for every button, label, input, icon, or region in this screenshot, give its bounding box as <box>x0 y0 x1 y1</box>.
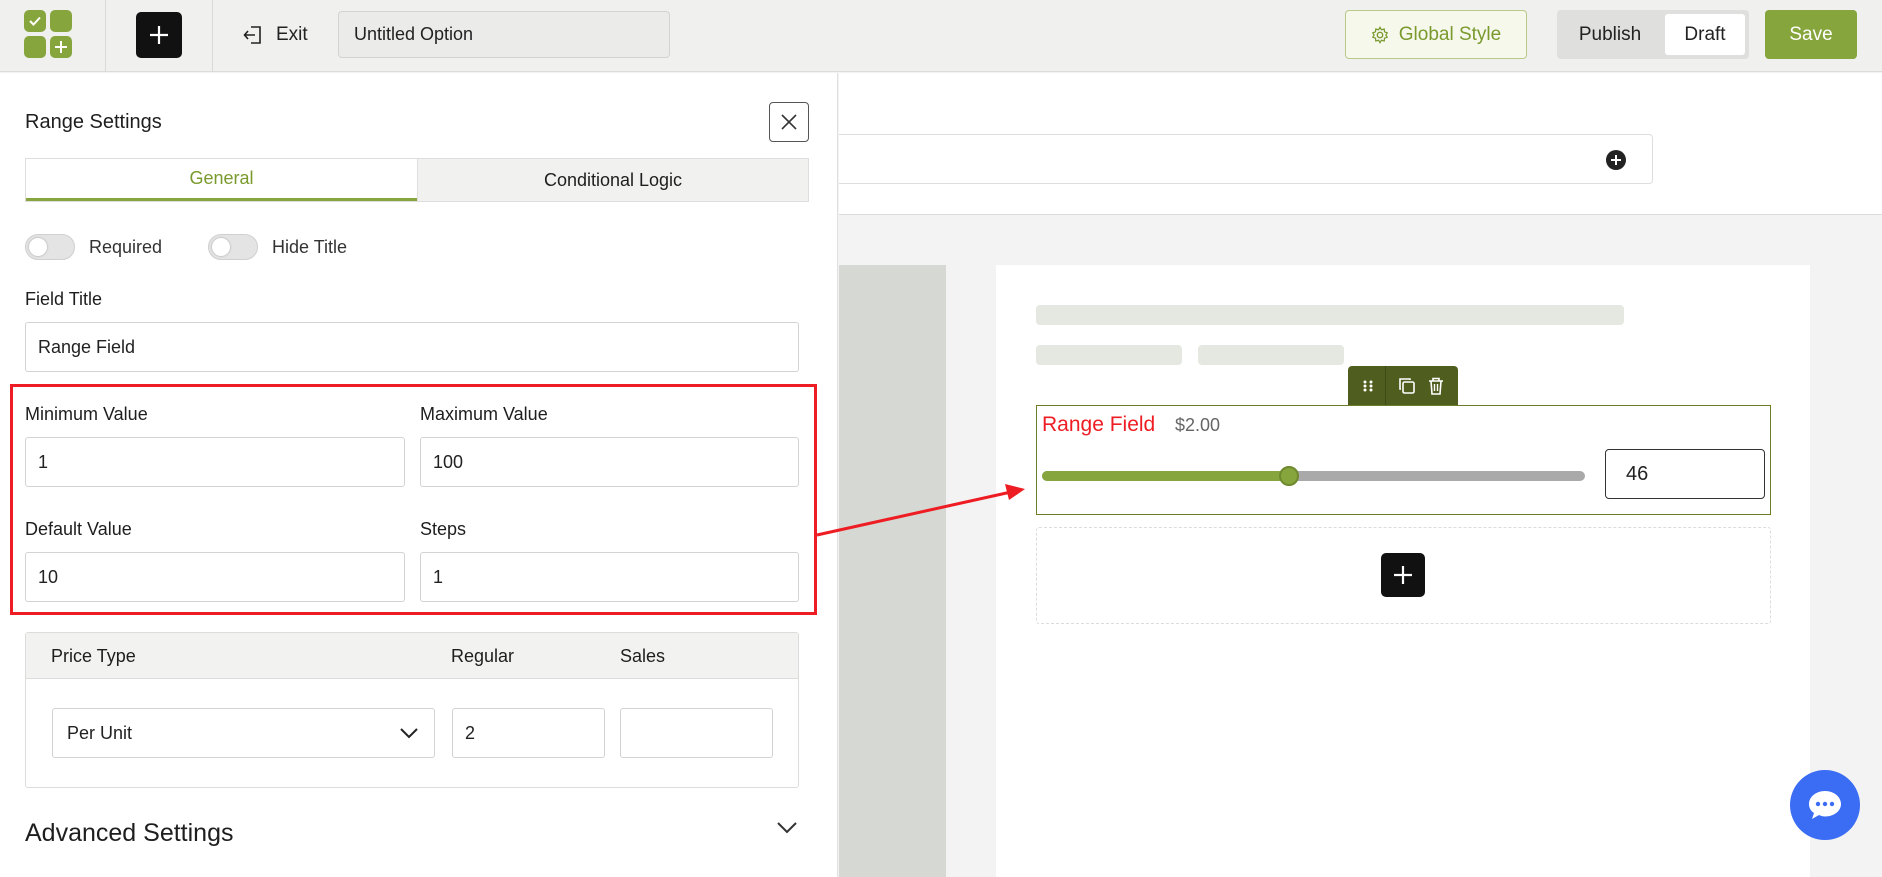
placeholder-line <box>1036 345 1182 365</box>
minimum-value-label: Minimum Value <box>25 404 148 424</box>
range-slider-thumb[interactable] <box>1279 466 1299 486</box>
field-title-label: Field Title <box>25 289 103 309</box>
annotation-arrow <box>816 484 1025 537</box>
settings-tabs: General Conditional Logic <box>25 158 809 202</box>
exit-icon <box>243 26 261 44</box>
range-field-price: $2.00 <box>1175 415 1221 435</box>
panel-title: Range Settings <box>25 111 162 133</box>
range-field-preview[interactable]: Range Field $2.00 <box>1036 405 1771 515</box>
price-table-header: Price Type Regular Sales <box>26 633 798 679</box>
maximum-value-label: Maximum Value <box>420 404 548 424</box>
plus-icon <box>55 41 67 53</box>
chat-icon <box>1809 791 1841 819</box>
divider <box>105 0 106 72</box>
add-circle-icon[interactable] <box>1605 149 1627 171</box>
hide-title-label: Hide Title <box>272 236 348 257</box>
hide-title-toggle-row: Hide Title <box>208 232 347 262</box>
chevron-down-icon[interactable] <box>776 821 798 835</box>
draft-button[interactable]: Draft <box>1665 14 1745 55</box>
maximum-value-input[interactable] <box>420 437 799 487</box>
exit-button[interactable]: Exit <box>242 20 308 50</box>
field-title-input[interactable] <box>25 322 799 372</box>
steps-label: Steps <box>420 519 467 539</box>
trash-icon[interactable] <box>1427 376 1445 396</box>
price-type-select[interactable]: Per Unit <box>52 708 435 758</box>
placeholder-line <box>1036 305 1624 325</box>
plus-icon <box>150 26 168 44</box>
required-toggle-row: Required <box>25 232 162 262</box>
exit-label: Exit <box>276 24 308 45</box>
range-slider-fill <box>1042 471 1289 481</box>
range-field-title: Range Field <box>1042 413 1156 436</box>
chevron-down-icon <box>400 728 418 739</box>
drag-handle-icon[interactable] <box>1361 379 1375 393</box>
gear-icon <box>1371 25 1388 44</box>
steps-input[interactable] <box>420 552 799 602</box>
option-title-input[interactable] <box>338 11 670 58</box>
top-bar: Exit Global Style Publish Draft Save <box>0 0 1882 72</box>
advanced-settings-title[interactable]: Advanced Settings <box>25 819 233 848</box>
plus-icon <box>1394 566 1412 584</box>
range-settings-panel: Range Settings General Conditional Logic… <box>0 73 838 877</box>
regular-price-input[interactable] <box>452 708 605 758</box>
price-type-value: Per Unit <box>67 722 133 743</box>
required-label: Required <box>89 236 163 257</box>
regular-header: Regular <box>451 646 515 666</box>
price-table: Price Type Regular Sales Per Unit <box>25 632 799 788</box>
divider <box>212 0 213 72</box>
field-toolbar <box>1348 366 1458 406</box>
required-toggle[interactable] <box>25 234 75 260</box>
preview-sidebar <box>839 265 946 877</box>
status-switch: Publish Draft <box>1557 10 1749 59</box>
placeholder-line <box>1198 345 1344 365</box>
divider <box>1385 366 1387 406</box>
save-button[interactable]: Save <box>1765 10 1857 59</box>
add-element-button[interactable] <box>136 12 182 58</box>
app-logo[interactable] <box>24 10 74 60</box>
range-value-input[interactable] <box>1605 449 1765 499</box>
hide-title-toggle[interactable] <box>208 234 258 260</box>
minimum-value-input[interactable] <box>25 437 405 487</box>
check-icon <box>29 16 41 26</box>
default-value-input[interactable] <box>25 552 405 602</box>
chat-button[interactable] <box>1790 770 1860 840</box>
range-slider-track[interactable] <box>1042 466 1585 486</box>
duplicate-icon[interactable] <box>1397 376 1417 396</box>
default-value-label: Default Value <box>25 519 132 539</box>
global-style-button[interactable]: Global Style <box>1345 10 1527 59</box>
header-drop-bar <box>839 134 1653 184</box>
close-icon <box>781 114 797 130</box>
sales-header: Sales <box>620 646 666 666</box>
tab-conditional-logic[interactable]: Conditional Logic <box>417 159 808 201</box>
add-field-button[interactable] <box>1381 553 1425 597</box>
global-style-label: Global Style <box>1398 23 1502 45</box>
price-type-header: Price Type <box>51 646 136 666</box>
tab-general[interactable]: General <box>26 159 417 201</box>
sales-price-input[interactable] <box>620 708 773 758</box>
publish-button[interactable]: Publish <box>1557 10 1663 59</box>
close-panel-button[interactable] <box>769 102 809 142</box>
